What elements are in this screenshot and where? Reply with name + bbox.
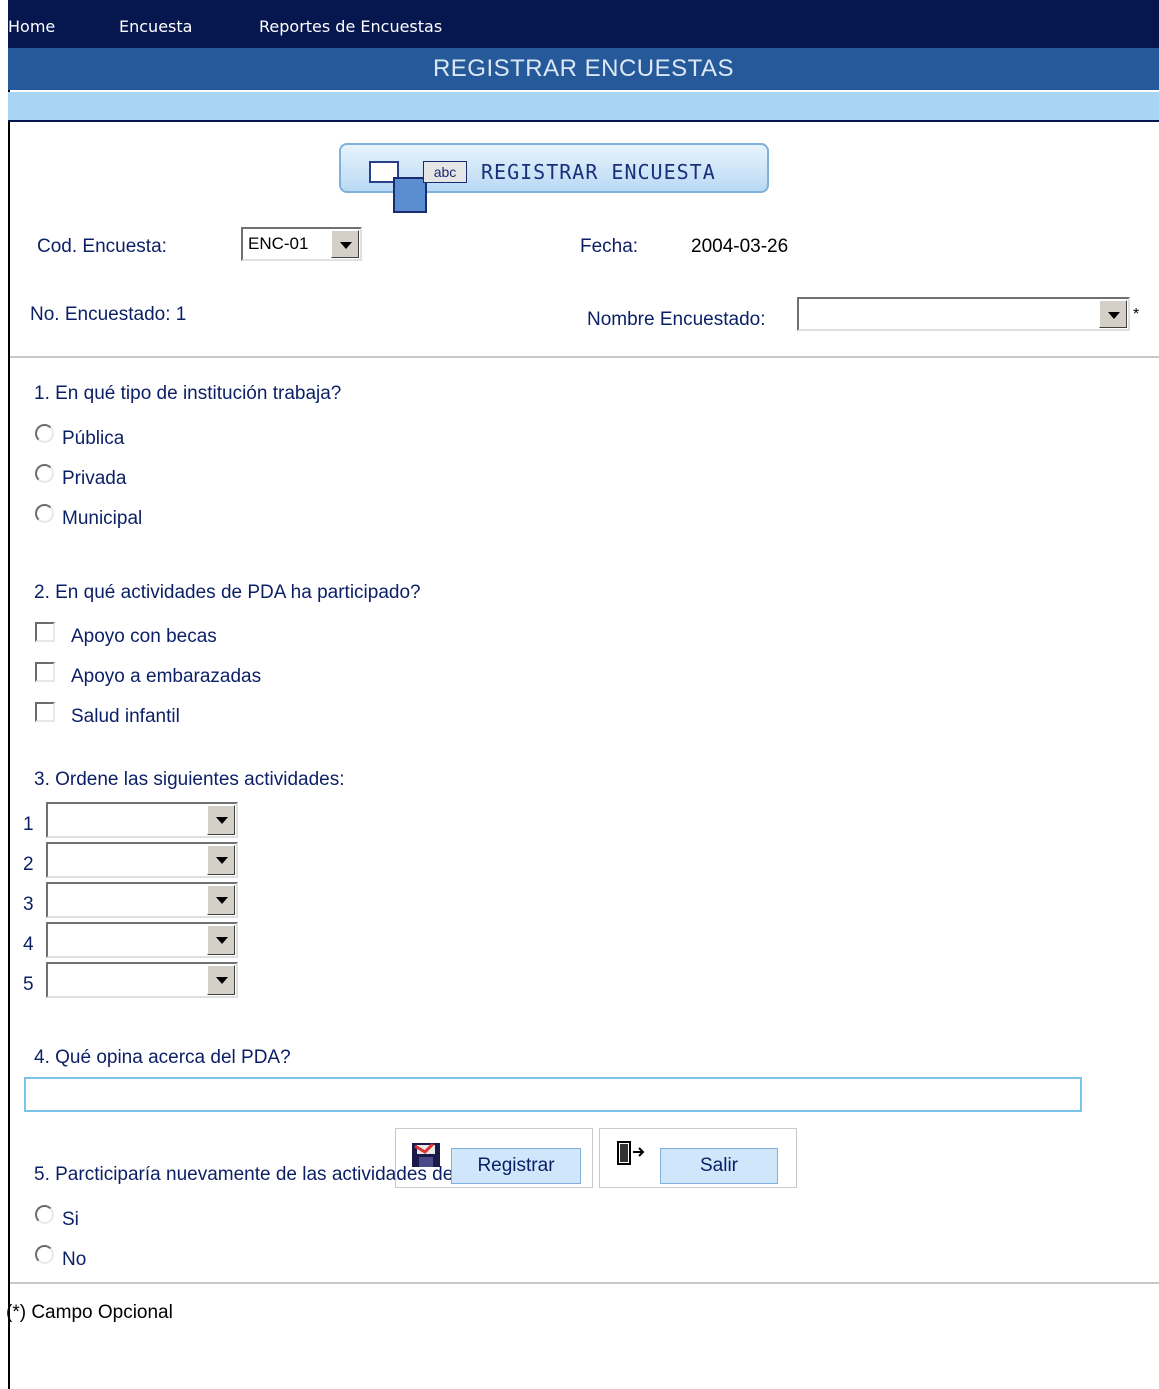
cod-encuesta-value: ENC-01 [248, 234, 309, 253]
dropdown-arrow-icon[interactable] [1099, 300, 1127, 328]
nombre-encuestado-label: Nombre Encuestado: [587, 309, 766, 330]
no-encuestado-text: No. Encuestado: 1 [30, 304, 187, 325]
rank-select-5[interactable] [46, 962, 238, 998]
optional-asterisk: * [1133, 306, 1140, 323]
q2-option-label: Apoyo con becas [71, 626, 217, 647]
q2-question: 2. En qué actividades de PDA ha particip… [34, 582, 421, 603]
q4-question: 4. Qué opina acerca del PDA? [34, 1047, 291, 1068]
registrar-button[interactable]: Registrar [451, 1148, 581, 1184]
fecha-value: 2004-03-26 [691, 236, 789, 257]
nav-reportes[interactable]: Reportes de Encuestas [259, 17, 442, 36]
dropdown-arrow-icon[interactable] [207, 805, 235, 835]
q1-radio-municipal[interactable] [35, 504, 54, 523]
q5-radio-no[interactable] [35, 1245, 54, 1264]
dropdown-arrow-icon[interactable] [207, 845, 235, 875]
q4-opinion-input[interactable] [24, 1077, 1082, 1112]
q2-option-label: Salud infantil [71, 706, 180, 727]
registrar-button-group: Registrar [395, 1128, 593, 1188]
abc-icon: abc [423, 161, 467, 183]
q1-option-label: Privada [62, 468, 127, 489]
divider [10, 1282, 1159, 1284]
exit-door-icon [617, 1141, 645, 1165]
fecha-label: Fecha: [580, 236, 639, 257]
salir-button-group: Salir [599, 1128, 797, 1188]
rank-select-2[interactable] [46, 842, 238, 878]
header-button-label: REGISTRAR ENCUESTA [481, 160, 716, 184]
floppy-disk-icon [412, 1142, 440, 1167]
q1-option-label: Municipal [62, 508, 143, 529]
salir-button[interactable]: Salir [660, 1148, 778, 1184]
cod-encuesta-label: Cod. Encuesta: [37, 236, 167, 257]
q5-option-label: No [62, 1249, 87, 1270]
rank-number: 3 [23, 894, 34, 915]
sub-header-bar [8, 92, 1159, 122]
nombre-encuestado-select[interactable] [797, 297, 1130, 331]
q1-question: 1. En qué tipo de institución trabaja? [34, 383, 342, 404]
dropdown-arrow-icon[interactable] [331, 230, 359, 258]
rank-select-3[interactable] [46, 882, 238, 918]
list-icon [393, 177, 427, 213]
q1-radio-publica[interactable] [35, 424, 54, 443]
dropdown-arrow-icon[interactable] [207, 965, 235, 995]
rank-number: 1 [23, 814, 34, 835]
q1-radio-privada[interactable] [35, 464, 54, 483]
q2-checkbox-embarazadas[interactable] [35, 662, 55, 682]
nav-home[interactable]: Home [8, 17, 55, 36]
q2-checkbox-becas[interactable] [35, 622, 55, 642]
q3-question: 3. Ordene las siguientes actividades: [34, 769, 345, 790]
registrar-encuesta-header-button[interactable]: abc REGISTRAR ENCUESTA [339, 143, 769, 213]
top-nav: Home Encuesta Reportes de Encuestas [8, 0, 1159, 48]
dropdown-arrow-icon[interactable] [207, 925, 235, 955]
rank-select-4[interactable] [46, 922, 238, 958]
q5-option-label: Si [62, 1209, 79, 1230]
page-title: REGISTRAR ENCUESTAS [8, 48, 1159, 90]
cod-encuesta-select[interactable]: ENC-01 [241, 227, 362, 261]
rank-select-1[interactable] [46, 802, 238, 838]
optional-field-note: (*) Campo Opcional [6, 1302, 173, 1323]
nav-encuesta[interactable]: Encuesta [119, 17, 192, 36]
rank-number: 4 [23, 934, 34, 955]
rank-number: 2 [23, 854, 34, 875]
dropdown-arrow-icon[interactable] [207, 885, 235, 915]
q2-option-label: Apoyo a embarazadas [71, 666, 262, 687]
q1-option-label: Pública [62, 428, 125, 449]
rank-number: 5 [23, 974, 34, 995]
divider [10, 356, 1159, 358]
q5-radio-si[interactable] [35, 1205, 54, 1224]
q2-checkbox-salud[interactable] [35, 702, 55, 722]
